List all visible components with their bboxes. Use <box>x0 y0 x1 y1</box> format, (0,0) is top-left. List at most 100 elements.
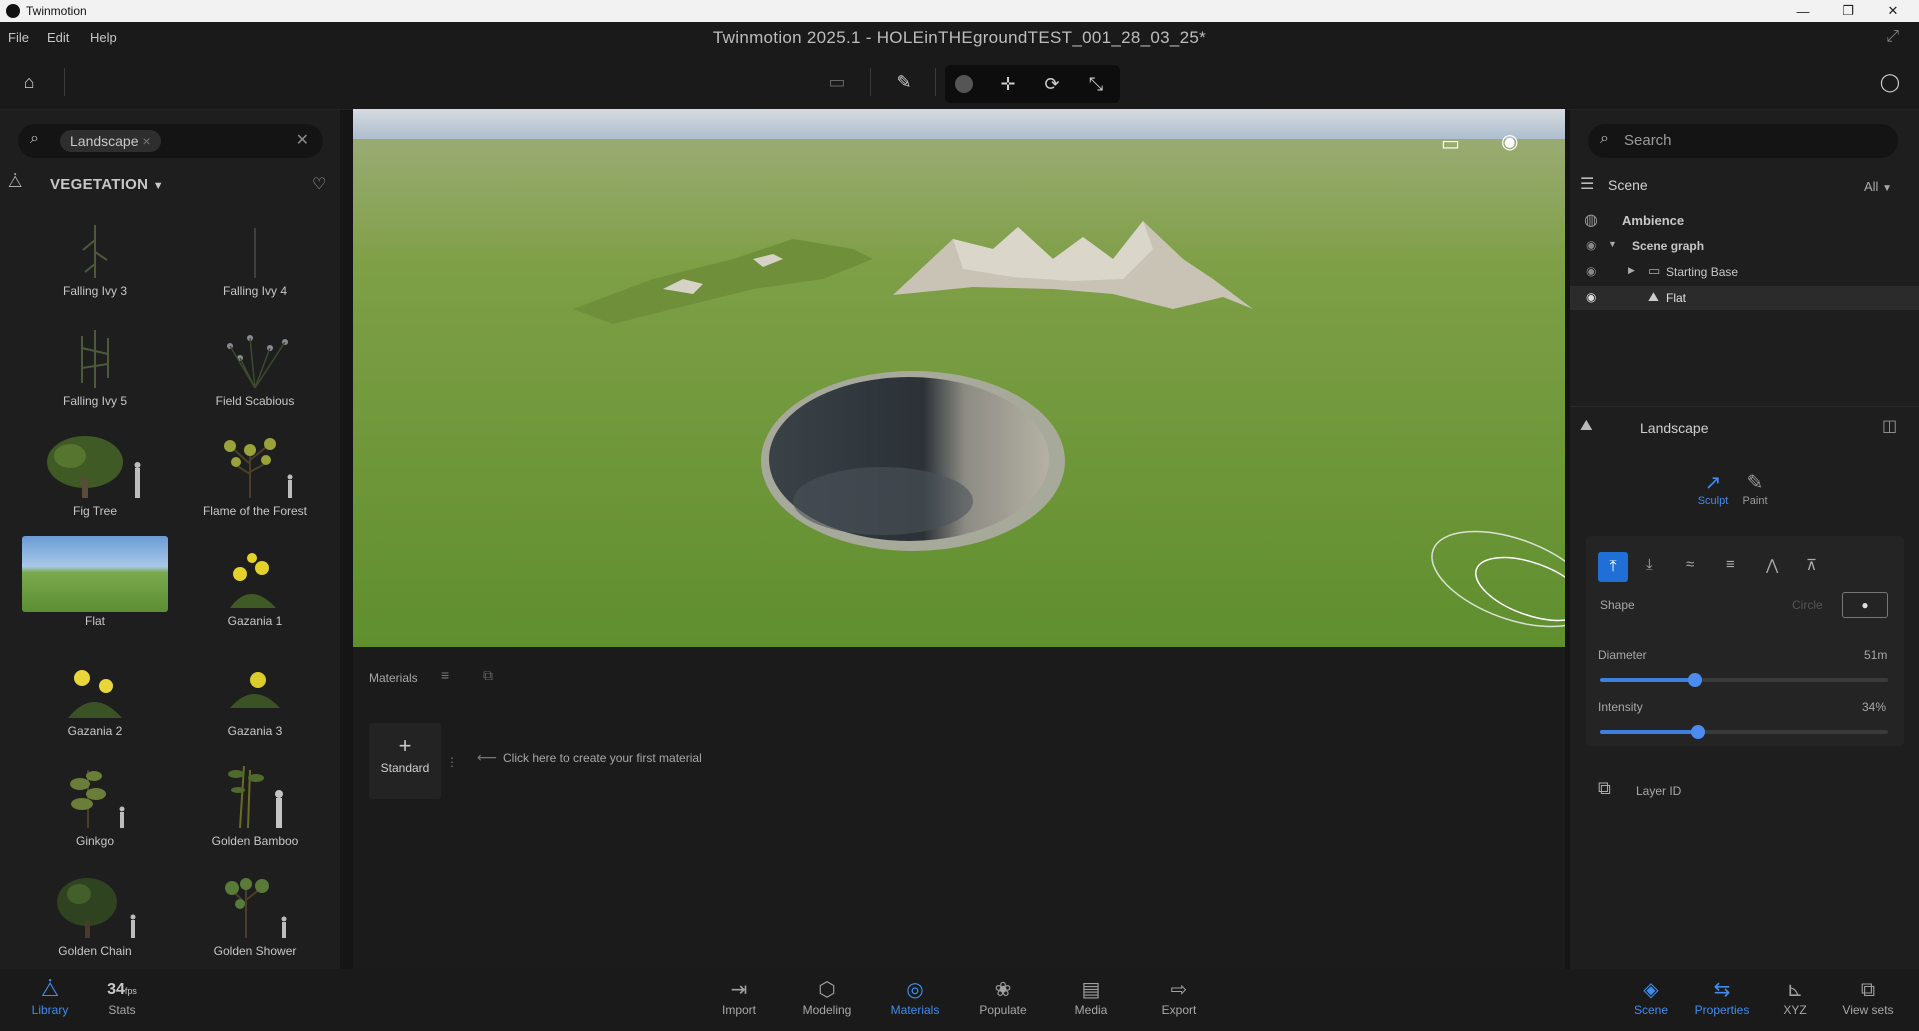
asset-flat[interactable]: Flat <box>20 536 170 640</box>
asset-ginkgo[interactable]: Ginkgo <box>20 760 170 860</box>
eye-icon[interactable]: ◉ <box>1586 238 1596 252</box>
chip-remove-icon[interactable]: × <box>142 133 150 149</box>
ginkgo-thumbnail <box>40 760 150 830</box>
eye-icon[interactable]: ◉ <box>1586 264 1596 278</box>
move-tool-icon[interactable]: ✛ <box>991 67 1025 101</box>
category-dropdown[interactable]: VEGETATION ▼ <box>50 176 164 193</box>
filter-icon[interactable]: ≡ <box>441 667 449 683</box>
asset-falling-ivy-5[interactable]: Falling Ivy 5 <box>20 320 170 420</box>
intensity-slider-knob[interactable] <box>1691 725 1705 739</box>
tree-ambience[interactable]: ◍ Ambience <box>1570 208 1919 232</box>
fullscreen-icon[interactable]: ⤢ <box>1886 28 1899 46</box>
tree-label: Flat <box>1666 291 1687 305</box>
asset-flame-of-the-forest[interactable]: Flame of the Forest <box>180 430 330 530</box>
properties-panel: ⌕ Search ☰ Scene All ▼ ◍ Ambience ◉ ▼ Sc… <box>1570 110 1919 969</box>
view-eye-icon[interactable]: ◉ <box>1501 129 1518 154</box>
stats-tab[interactable]: 34fps Stats <box>82 977 162 1017</box>
import-tab[interactable]: ⇥ Import <box>699 977 779 1017</box>
media-tab[interactable]: ▤ Media <box>1051 977 1131 1017</box>
materials-tab[interactable]: Materials <box>369 671 418 685</box>
user-account-icon[interactable]: ◯ <box>1873 65 1907 99</box>
sculpt-settings-card: ⤒ ⤓ ≈ ≡ ⋀ ⊼ Shape Circle ● Diameter 51m … <box>1586 536 1904 746</box>
panel-toggle-icon[interactable]: ◫ <box>1882 416 1897 436</box>
clear-search-icon[interactable]: ✕ <box>296 130 309 150</box>
noise-tool-icon[interactable]: ⋀ <box>1766 556 1778 574</box>
material-library-icon[interactable]: ⧉ <box>483 667 493 684</box>
view-sets-tab[interactable]: ⧉ View sets <box>1828 977 1908 1017</box>
category-label: VEGETATION <box>50 176 149 193</box>
intensity-slider-fill <box>1600 730 1698 734</box>
paint-mode-tab[interactable]: ✎ Paint <box>1730 470 1780 507</box>
asset-gazania-2[interactable]: Gazania 2 <box>20 650 170 750</box>
asset-gazania-3[interactable]: Gazania 3 <box>180 650 330 750</box>
chevron-down-icon[interactable]: ▼ <box>1608 239 1617 249</box>
gazania-thumbnail <box>200 540 310 610</box>
xyz-tab[interactable]: ⊾ XYZ <box>1755 977 1835 1017</box>
tree-scene-graph[interactable]: ◉ ▼ Scene graph <box>1570 234 1919 258</box>
asset-label: Gazania 3 <box>227 724 283 738</box>
create-material-hint[interactable]: Click here to create your first material <box>503 751 702 765</box>
search-chip[interactable]: Landscape × <box>60 130 161 152</box>
populate-label: Populate <box>979 1003 1027 1017</box>
fps-value: 34 <box>107 981 125 998</box>
diameter-value: 51m <box>1864 648 1888 662</box>
scale-tool-icon[interactable]: ⤡ <box>1079 67 1113 101</box>
view-sets-icon: ⧉ <box>1860 979 1876 1001</box>
tree-flat[interactable]: ◉ ⛰ Flat <box>1570 286 1919 310</box>
select-tool-icon[interactable] <box>947 67 981 101</box>
scene-search[interactable]: ⌕ Search <box>1588 124 1898 158</box>
asset-falling-ivy-4[interactable]: Falling Ivy 4 <box>180 210 330 310</box>
asset-field-scabious[interactable]: Field Scabious <box>180 320 330 420</box>
favorite-heart-icon[interactable]: ♡ <box>312 174 326 194</box>
rotate-tool-icon[interactable]: ⟳ <box>1035 67 1069 101</box>
3d-viewport[interactable]: ▭ ◉ <box>353 109 1565 647</box>
intensity-value: 34% <box>1862 700 1887 714</box>
asset-golden-bamboo[interactable]: Golden Bamboo <box>180 760 330 860</box>
asset-fig-tree[interactable]: Fig Tree <box>20 430 170 530</box>
maximize-button[interactable]: ❐ <box>1826 0 1870 22</box>
home-icon[interactable]: ⌂ <box>12 65 46 99</box>
scene-filter-dropdown[interactable]: All ▼ <box>1864 179 1892 194</box>
diameter-slider-knob[interactable] <box>1688 673 1702 687</box>
tree-label: Ambience <box>1622 213 1685 228</box>
eye-icon[interactable]: ◉ <box>1586 290 1596 304</box>
lower-tool-icon[interactable]: ⤓ <box>1646 556 1653 573</box>
menu-bar: File Edit Help Twinmotion 2025.1 - HOLEi… <box>0 22 1919 54</box>
flatten-tool-icon[interactable]: ≡ <box>1726 556 1735 573</box>
asset-gazania-1[interactable]: Gazania 1 <box>180 540 330 640</box>
close-window-button[interactable]: ✕ <box>1871 0 1915 22</box>
library-icon: ⧊ <box>41 979 59 1001</box>
standard-material-button[interactable]: + Standard <box>369 723 441 799</box>
more-options-icon[interactable]: ⋮ <box>446 755 458 769</box>
diameter-label: Diameter <box>1598 648 1647 662</box>
paint-label: Paint <box>1742 495 1768 507</box>
tree-starting-base[interactable]: ◉ ▶ ▭ Starting Base <box>1570 260 1919 284</box>
library-tab[interactable]: ⧊ Library <box>10 977 90 1017</box>
layer-id-label[interactable]: Layer ID <box>1636 784 1681 798</box>
materials-tab[interactable]: ◎ Materials <box>875 977 955 1017</box>
measure-icon[interactable]: ▭ <box>820 65 854 99</box>
panel-layout-icon[interactable]: ▭ <box>1441 131 1460 156</box>
properties-tab[interactable]: ⇆ Properties <box>1682 977 1762 1017</box>
asset-golden-chain[interactable]: Golden Chain <box>20 870 170 970</box>
eyedropper-icon[interactable]: ✎ <box>887 65 921 99</box>
chevron-right-icon[interactable]: ▶ <box>1628 265 1635 276</box>
circle-shape-button[interactable]: ● <box>1842 592 1888 618</box>
landscape-title: Landscape <box>1640 420 1709 436</box>
landscape-icon: ⛰ <box>1580 417 1593 434</box>
scene-title: Scene <box>1608 177 1648 193</box>
asset-label: Flame of the Forest <box>202 504 308 518</box>
ramp-tool-icon[interactable]: ⊼ <box>1806 556 1817 574</box>
raise-tool-icon[interactable]: ⤒ <box>1598 552 1628 582</box>
export-tab[interactable]: ⇨ Export <box>1139 977 1219 1017</box>
scene-layers-icon: ◈ <box>1643 979 1659 1001</box>
modeling-tab[interactable]: ⬡ Modeling <box>787 977 867 1017</box>
asset-golden-shower[interactable]: Golden Shower <box>180 870 330 970</box>
asset-falling-ivy-3[interactable]: Falling Ivy 3 <box>20 210 170 310</box>
scene-tab[interactable]: ◈ Scene <box>1611 977 1691 1017</box>
smooth-tool-icon[interactable]: ≈ <box>1686 556 1694 573</box>
minimize-button[interactable]: — <box>1781 0 1825 22</box>
library-search[interactable]: ⌕ Landscape × ✕ <box>18 124 323 158</box>
populate-tab[interactable]: ❀ Populate <box>963 977 1043 1017</box>
fps-unit: fps <box>124 986 137 996</box>
